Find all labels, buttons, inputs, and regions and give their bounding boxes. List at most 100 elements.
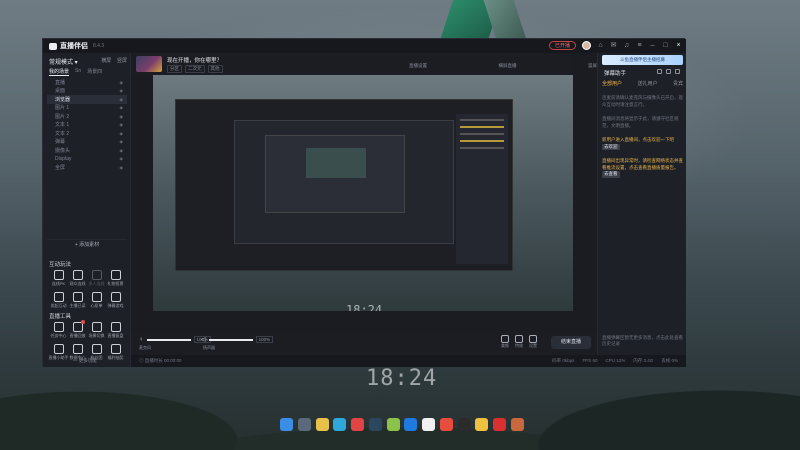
tab-gift-users[interactable]: 送礼用户	[637, 80, 657, 87]
source-item[interactable]: Display ◉	[47, 155, 127, 164]
panel-refresh-icon[interactable]	[675, 69, 680, 74]
speaker-volume-slider[interactable]	[208, 338, 253, 341]
more-tools-link[interactable]: — 更多功能	[73, 358, 97, 364]
edge-icon[interactable]	[333, 417, 347, 431]
left-sidebar: 常规模式 ▾ 横屏 竖屏 我的场景 Sn 场景四 直播 ◉ 桌面 ◉ 浏览器 ◉ 图片 1 ◉…	[43, 53, 131, 367]
room-title[interactable]: 现在开播，你在哪里？	[167, 56, 222, 64]
tool-item[interactable]: 心愿单	[87, 292, 106, 309]
tool-item[interactable]: 弹幕游戏	[106, 292, 125, 309]
room-tag[interactable]: 其他	[207, 65, 223, 73]
source-item[interactable]: 浏览器 ◉	[47, 95, 127, 104]
kugou-icon[interactable]	[404, 417, 418, 431]
mic-icon[interactable]: ♀	[139, 337, 144, 343]
visibility-icon[interactable]: ◉	[120, 80, 124, 85]
visibility-icon[interactable]: ◉	[120, 131, 124, 136]
message-action-button[interactable]: 去查看	[602, 171, 620, 178]
tool-label: 直播复盘	[107, 333, 124, 338]
source-item[interactable]: 弹幕 ◉	[47, 138, 127, 147]
tool-item[interactable]: 直播回放	[68, 320, 87, 339]
file-explorer-icon[interactable]	[315, 417, 329, 431]
visibility-icon[interactable]: ◉	[120, 88, 124, 93]
source-item[interactable]: 图片 1 ◉	[47, 104, 127, 113]
message-list: 连麦前请确认麦克风与摄像头已开启，观众互动时请注意言行。 直播间消息将显示于此，请…	[602, 95, 683, 186]
tool-item[interactable]: 礼物投票	[106, 270, 125, 287]
headset-icon[interactable]: ♫	[623, 42, 630, 49]
panel-settings-icon[interactable]	[657, 69, 662, 74]
room-cover[interactable]	[136, 56, 162, 72]
source-item[interactable]: 直播 ◉	[47, 78, 127, 87]
tab-scene-3[interactable]: 场景四	[87, 68, 102, 76]
avatar[interactable]	[582, 41, 591, 50]
settings-button[interactable]: 设置	[529, 335, 537, 349]
portrait-live-link[interactable]: 竖屏	[588, 63, 597, 69]
room-tag[interactable]: 分区	[167, 65, 182, 73]
visibility-icon[interactable]: ◉	[120, 122, 124, 127]
app-green-icon[interactable]	[386, 417, 400, 431]
tool-item[interactable]: 场景切换	[87, 322, 106, 339]
panel-filter-icon[interactable]	[666, 69, 671, 74]
tab-vip[interactable]: 贵宾	[673, 80, 683, 87]
tool-icon	[72, 320, 85, 332]
tool-item[interactable]: 多人连线	[87, 270, 106, 287]
mail-icon[interactable]: ✉	[610, 42, 617, 49]
portrait-option[interactable]: 竖屏	[117, 58, 127, 64]
app-yellow-icon[interactable]	[475, 417, 489, 431]
source-item[interactable]: 图片 2 ◉	[47, 112, 127, 121]
tool-item[interactable]: 发起互动	[49, 292, 68, 309]
tab-my-scene[interactable]: 我的场景	[49, 68, 70, 76]
beauty-button[interactable]: 美颜	[501, 335, 509, 349]
mic-volume-slider[interactable]	[146, 338, 191, 341]
tab-scene-2[interactable]: Sn	[75, 68, 81, 76]
windows-start-icon[interactable]	[280, 417, 293, 431]
menu-icon[interactable]: ≡	[636, 42, 643, 49]
tab-all-users[interactable]: 全部用户	[602, 80, 622, 87]
source-item[interactable]: 桌面 ◉	[47, 87, 127, 96]
tool-icon	[91, 270, 102, 280]
netease-music-icon[interactable]	[493, 417, 507, 431]
visibility-icon[interactable]: ◉	[120, 148, 124, 153]
visibility-icon[interactable]: ◉	[120, 105, 124, 110]
app-red-icon[interactable]	[351, 417, 365, 431]
maximize-icon[interactable]: □	[662, 42, 669, 49]
tool-item[interactable]: 任务中心	[49, 322, 68, 339]
visibility-icon[interactable]: ◉	[120, 114, 124, 119]
visibility-icon[interactable]: ◉	[120, 97, 124, 102]
app-white-icon[interactable]	[422, 417, 436, 431]
source-item[interactable]: 文本 1 ◉	[47, 121, 127, 130]
effects-button[interactable]: 特效	[515, 335, 523, 349]
taskview-icon[interactable]	[297, 417, 311, 431]
visibility-icon[interactable]: ◉	[120, 156, 124, 161]
source-item[interactable]: 全屏 ◉	[47, 163, 127, 172]
landscape-option[interactable]: 横屏	[101, 58, 111, 64]
landscape-live-link[interactable]: 横屏直播	[499, 63, 517, 69]
tool-item[interactable]: 连线PK	[49, 270, 68, 287]
promo-banner[interactable]: 斗鱼直播伴侣主播招募	[602, 55, 683, 65]
end-live-button[interactable]: 结束直播	[551, 336, 591, 349]
tool-item[interactable]: 直播复盘	[106, 322, 125, 339]
tool-item[interactable]: 主播已读	[68, 292, 87, 309]
tool-item[interactable]: 观众连线	[68, 270, 87, 287]
app-avatar-icon[interactable]	[510, 417, 524, 431]
live-settings-link[interactable]: 直播设置	[409, 63, 427, 69]
tool-item[interactable]: 直播小助手	[49, 344, 69, 361]
tool-item[interactable]: 福利抽奖	[106, 344, 125, 361]
source-item[interactable]: 摄像头 ◉	[47, 146, 127, 155]
source-item[interactable]: 文本 2 ◉	[47, 129, 127, 138]
add-source-button[interactable]: + 添加素材	[47, 239, 127, 249]
steam-icon[interactable]	[368, 417, 382, 431]
close-icon[interactable]: ×	[675, 42, 682, 49]
visibility-icon[interactable]: ◉	[120, 139, 124, 144]
qq-icon[interactable]	[457, 417, 471, 431]
tool-icon	[91, 344, 102, 354]
speaker-icon[interactable]: ◁	[201, 336, 206, 343]
speaker-volume-value[interactable]: 100%	[255, 336, 274, 343]
live-status-badge[interactable]: 已开播	[548, 41, 576, 50]
message-action-button[interactable]: 去欢迎	[602, 143, 620, 150]
room-tag[interactable]: 二次元	[185, 65, 205, 73]
stream-preview[interactable]: 18:24	[153, 75, 573, 311]
mode-select[interactable]: 常规模式 ▾	[49, 57, 78, 66]
notification-icon[interactable]: ⌂	[597, 42, 604, 49]
minimize-icon[interactable]: –	[649, 42, 656, 49]
chrome-icon[interactable]	[439, 417, 453, 431]
visibility-icon[interactable]: ◉	[120, 165, 124, 170]
